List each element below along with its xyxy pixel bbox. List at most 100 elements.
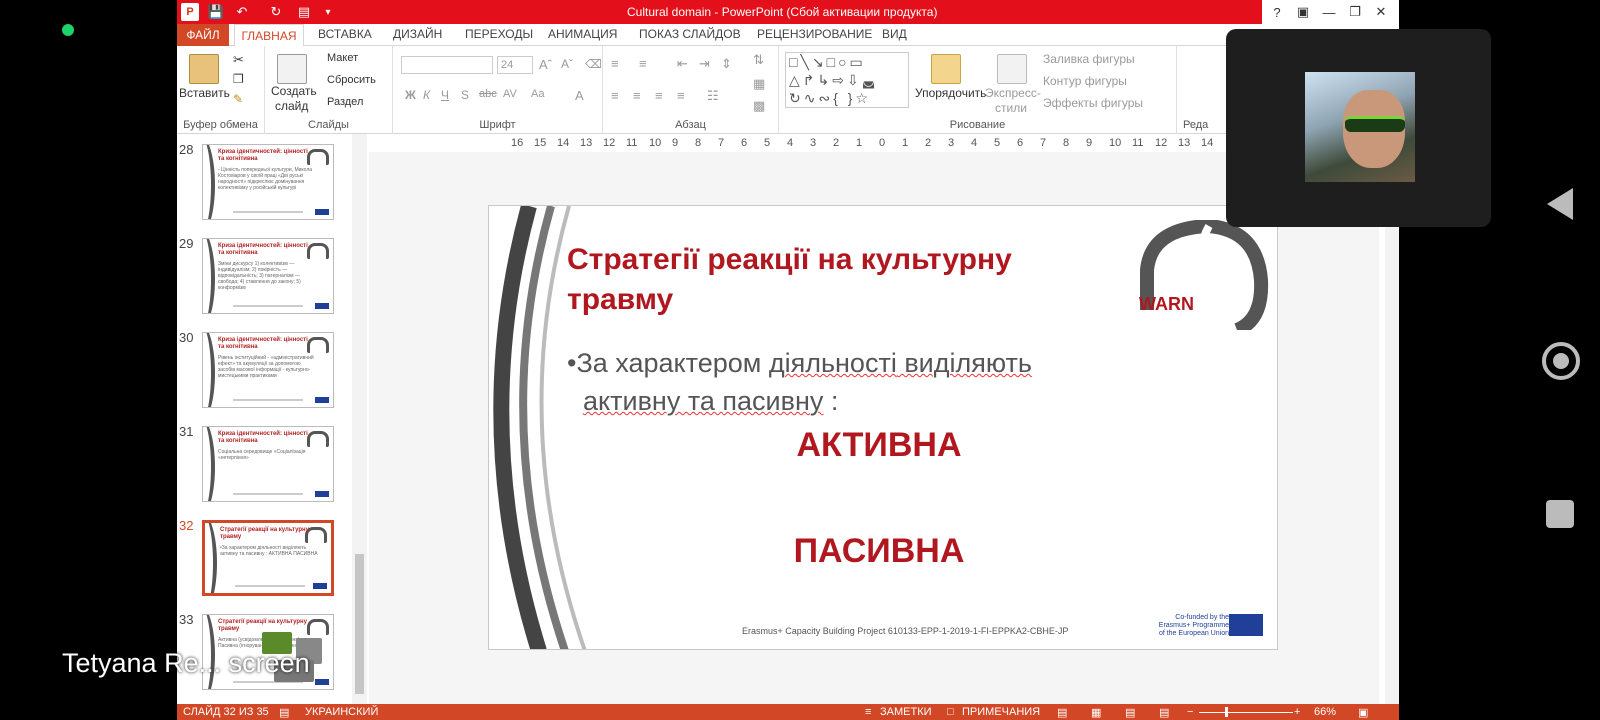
quick-styles-icon[interactable]: [997, 54, 1027, 84]
save-icon[interactable]: 💾: [207, 3, 225, 21]
spellcheck-icon[interactable]: ▤: [279, 706, 289, 719]
tab-review[interactable]: РЕЦЕНЗИРОВАНИЕ: [757, 27, 872, 41]
font-size-input[interactable]: 24: [497, 56, 533, 74]
italic-icon[interactable]: К: [423, 88, 430, 102]
close-icon[interactable]: ✕: [1369, 2, 1393, 22]
home-icon[interactable]: [1542, 342, 1580, 380]
char-spacing-icon[interactable]: AV: [503, 88, 517, 100]
bullet-word-misspelled-2: пасивну: [722, 386, 824, 416]
reset-button[interactable]: Сбросить: [327, 74, 376, 86]
tab-view[interactable]: ВИД: [882, 27, 907, 41]
slide-thumbnail[interactable]: Криза ідентичностей: цінності та когніти…: [202, 144, 334, 220]
zoom-in-icon[interactable]: +: [1294, 706, 1300, 718]
decrease-indent-icon[interactable]: ⇤: [677, 56, 688, 72]
align-text-icon[interactable]: ▦: [753, 76, 765, 92]
current-slide[interactable]: WARN Стратегії реакції на культурну трав…: [488, 205, 1278, 650]
zoom-slider-handle[interactable]: [1225, 707, 1228, 717]
quick-styles-button-line2[interactable]: стили: [995, 101, 1027, 115]
shapes-gallery[interactable]: □╲↘□○▭ △↱↳⇨⇩◛ ↻∿∾{ }☆: [785, 52, 909, 108]
active-label[interactable]: АКТИВНА: [689, 426, 1069, 465]
zoom-level[interactable]: 66%: [1314, 706, 1336, 718]
tab-transitions[interactable]: ПЕРЕХОДЫ: [465, 27, 533, 41]
start-slideshow-icon[interactable]: ▤: [295, 3, 313, 21]
new-slide-button-line2[interactable]: слайд: [275, 99, 308, 113]
layout-button[interactable]: Макет: [327, 52, 358, 64]
slide-title[interactable]: Стратегії реакції на культурну травму: [567, 240, 1127, 320]
passive-label[interactable]: ПАСИВНА: [689, 532, 1069, 571]
shrink-font-icon[interactable]: Aˇ: [561, 57, 573, 71]
increase-indent-icon[interactable]: ⇥: [699, 56, 710, 72]
slideshow-view-icon[interactable]: ▤: [1159, 706, 1169, 719]
align-center-icon[interactable]: ≡: [633, 88, 641, 103]
justify-icon[interactable]: ≡: [677, 88, 685, 103]
strikethrough-icon[interactable]: abc: [479, 88, 497, 100]
minimize-icon[interactable]: —: [1317, 2, 1341, 22]
tab-animation[interactable]: АНИМАЦИЯ: [548, 27, 617, 41]
thumbnails-scrollbar[interactable]: [352, 134, 367, 704]
bold-icon[interactable]: Ж: [405, 88, 416, 102]
change-case-icon[interactable]: Aa: [531, 88, 544, 100]
undo-icon[interactable]: ↶: [233, 3, 251, 21]
underline-icon[interactable]: Ч: [441, 88, 449, 102]
notes-button[interactable]: ЗАМЕТКИ: [880, 706, 932, 718]
reading-view-icon[interactable]: ▤: [1125, 706, 1135, 719]
slide-bullet-text[interactable]: •За характером діяльності виділяють акти…: [567, 344, 1167, 420]
arrange-icon[interactable]: [931, 54, 961, 84]
tab-file[interactable]: ФАЙЛ: [177, 24, 229, 46]
help-button[interactable]: ?: [1265, 2, 1289, 22]
fit-slide-icon[interactable]: ▣: [1358, 706, 1368, 719]
slide-counter[interactable]: СЛАЙД 32 ИЗ 35: [183, 706, 269, 718]
bullets-icon[interactable]: ≡: [611, 56, 619, 71]
font-color-icon[interactable]: A: [575, 88, 584, 103]
normal-view-icon[interactable]: ▤: [1057, 706, 1067, 719]
comments-button[interactable]: ПРИМЕЧАНИЯ: [962, 706, 1040, 718]
thumbnails-scroll-thumb[interactable]: [355, 554, 364, 694]
customize-toolbar-icon[interactable]: ▾: [319, 3, 337, 21]
language-indicator[interactable]: УКРАИНСКИЙ: [305, 706, 378, 718]
ribbon-display-icon[interactable]: ▣: [1291, 2, 1315, 22]
shape-fill-button[interactable]: Заливка фигуры: [1043, 52, 1135, 66]
format-painter-icon[interactable]: ✎: [233, 92, 243, 106]
recent-apps-icon[interactable]: [1546, 500, 1574, 528]
slide-title-line2: травму: [567, 283, 674, 316]
zoom-slider[interactable]: [1199, 712, 1293, 713]
back-icon[interactable]: [1547, 188, 1573, 220]
tab-insert[interactable]: ВСТАВКА: [318, 27, 372, 41]
slide-thumbnail[interactable]: Криза ідентичностей: цінності та когніти…: [202, 238, 334, 314]
tab-slideshow[interactable]: ПОКАЗ СЛАЙДОВ: [639, 27, 741, 41]
font-family-input[interactable]: [401, 56, 493, 74]
slide-thumbnail[interactable]: Стратегії реакції на культурну травму •За…: [202, 520, 334, 596]
line-spacing-icon[interactable]: ⇕: [721, 56, 732, 72]
text-direction-icon[interactable]: ⇅: [753, 52, 764, 68]
new-slide-icon[interactable]: [277, 54, 307, 84]
paste-button[interactable]: Вставить: [179, 86, 230, 100]
shadow-icon[interactable]: S: [461, 88, 469, 102]
arrange-button[interactable]: Упорядочить: [915, 86, 986, 100]
copy-icon[interactable]: ❐: [233, 72, 244, 86]
editor-scrollbar[interactable]: [1385, 152, 1399, 704]
section-button[interactable]: Раздел: [327, 96, 363, 108]
align-left-icon[interactable]: ≡: [611, 88, 619, 103]
new-slide-button-line1[interactable]: Создать: [271, 84, 317, 98]
clear-format-icon[interactable]: ⌫: [585, 57, 602, 71]
columns-icon[interactable]: ☷: [707, 88, 719, 104]
grow-font-icon[interactable]: Aˆ: [539, 57, 552, 72]
quick-styles-button-line1[interactable]: Экспресс-: [985, 86, 1041, 100]
align-right-icon[interactable]: ≡: [655, 88, 663, 103]
cut-icon[interactable]: ✂: [233, 52, 244, 68]
smartart-icon[interactable]: ▩: [753, 98, 765, 114]
shape-effects-button[interactable]: Эффекты фигуры: [1043, 96, 1143, 110]
participant-video-tile[interactable]: [1226, 29, 1491, 227]
restore-icon[interactable]: ❐: [1343, 2, 1367, 22]
shape-outline-button[interactable]: Контур фигуры: [1043, 74, 1127, 88]
slide-thumbnail[interactable]: Криза ідентичностей: цінності та когніти…: [202, 426, 334, 502]
recording-indicator: [62, 24, 74, 36]
slide-sorter-icon[interactable]: ▦: [1091, 706, 1101, 719]
redo-icon[interactable]: ↻: [267, 3, 285, 21]
tab-design[interactable]: ДИЗАЙН: [393, 27, 442, 41]
zoom-out-icon[interactable]: −: [1187, 706, 1193, 718]
tab-home[interactable]: ГЛАВНАЯ: [234, 24, 304, 47]
paste-icon[interactable]: [189, 54, 219, 84]
numbering-icon[interactable]: ≡: [639, 56, 647, 71]
slide-thumbnail[interactable]: Криза ідентичностей: цінності та когніти…: [202, 332, 334, 408]
